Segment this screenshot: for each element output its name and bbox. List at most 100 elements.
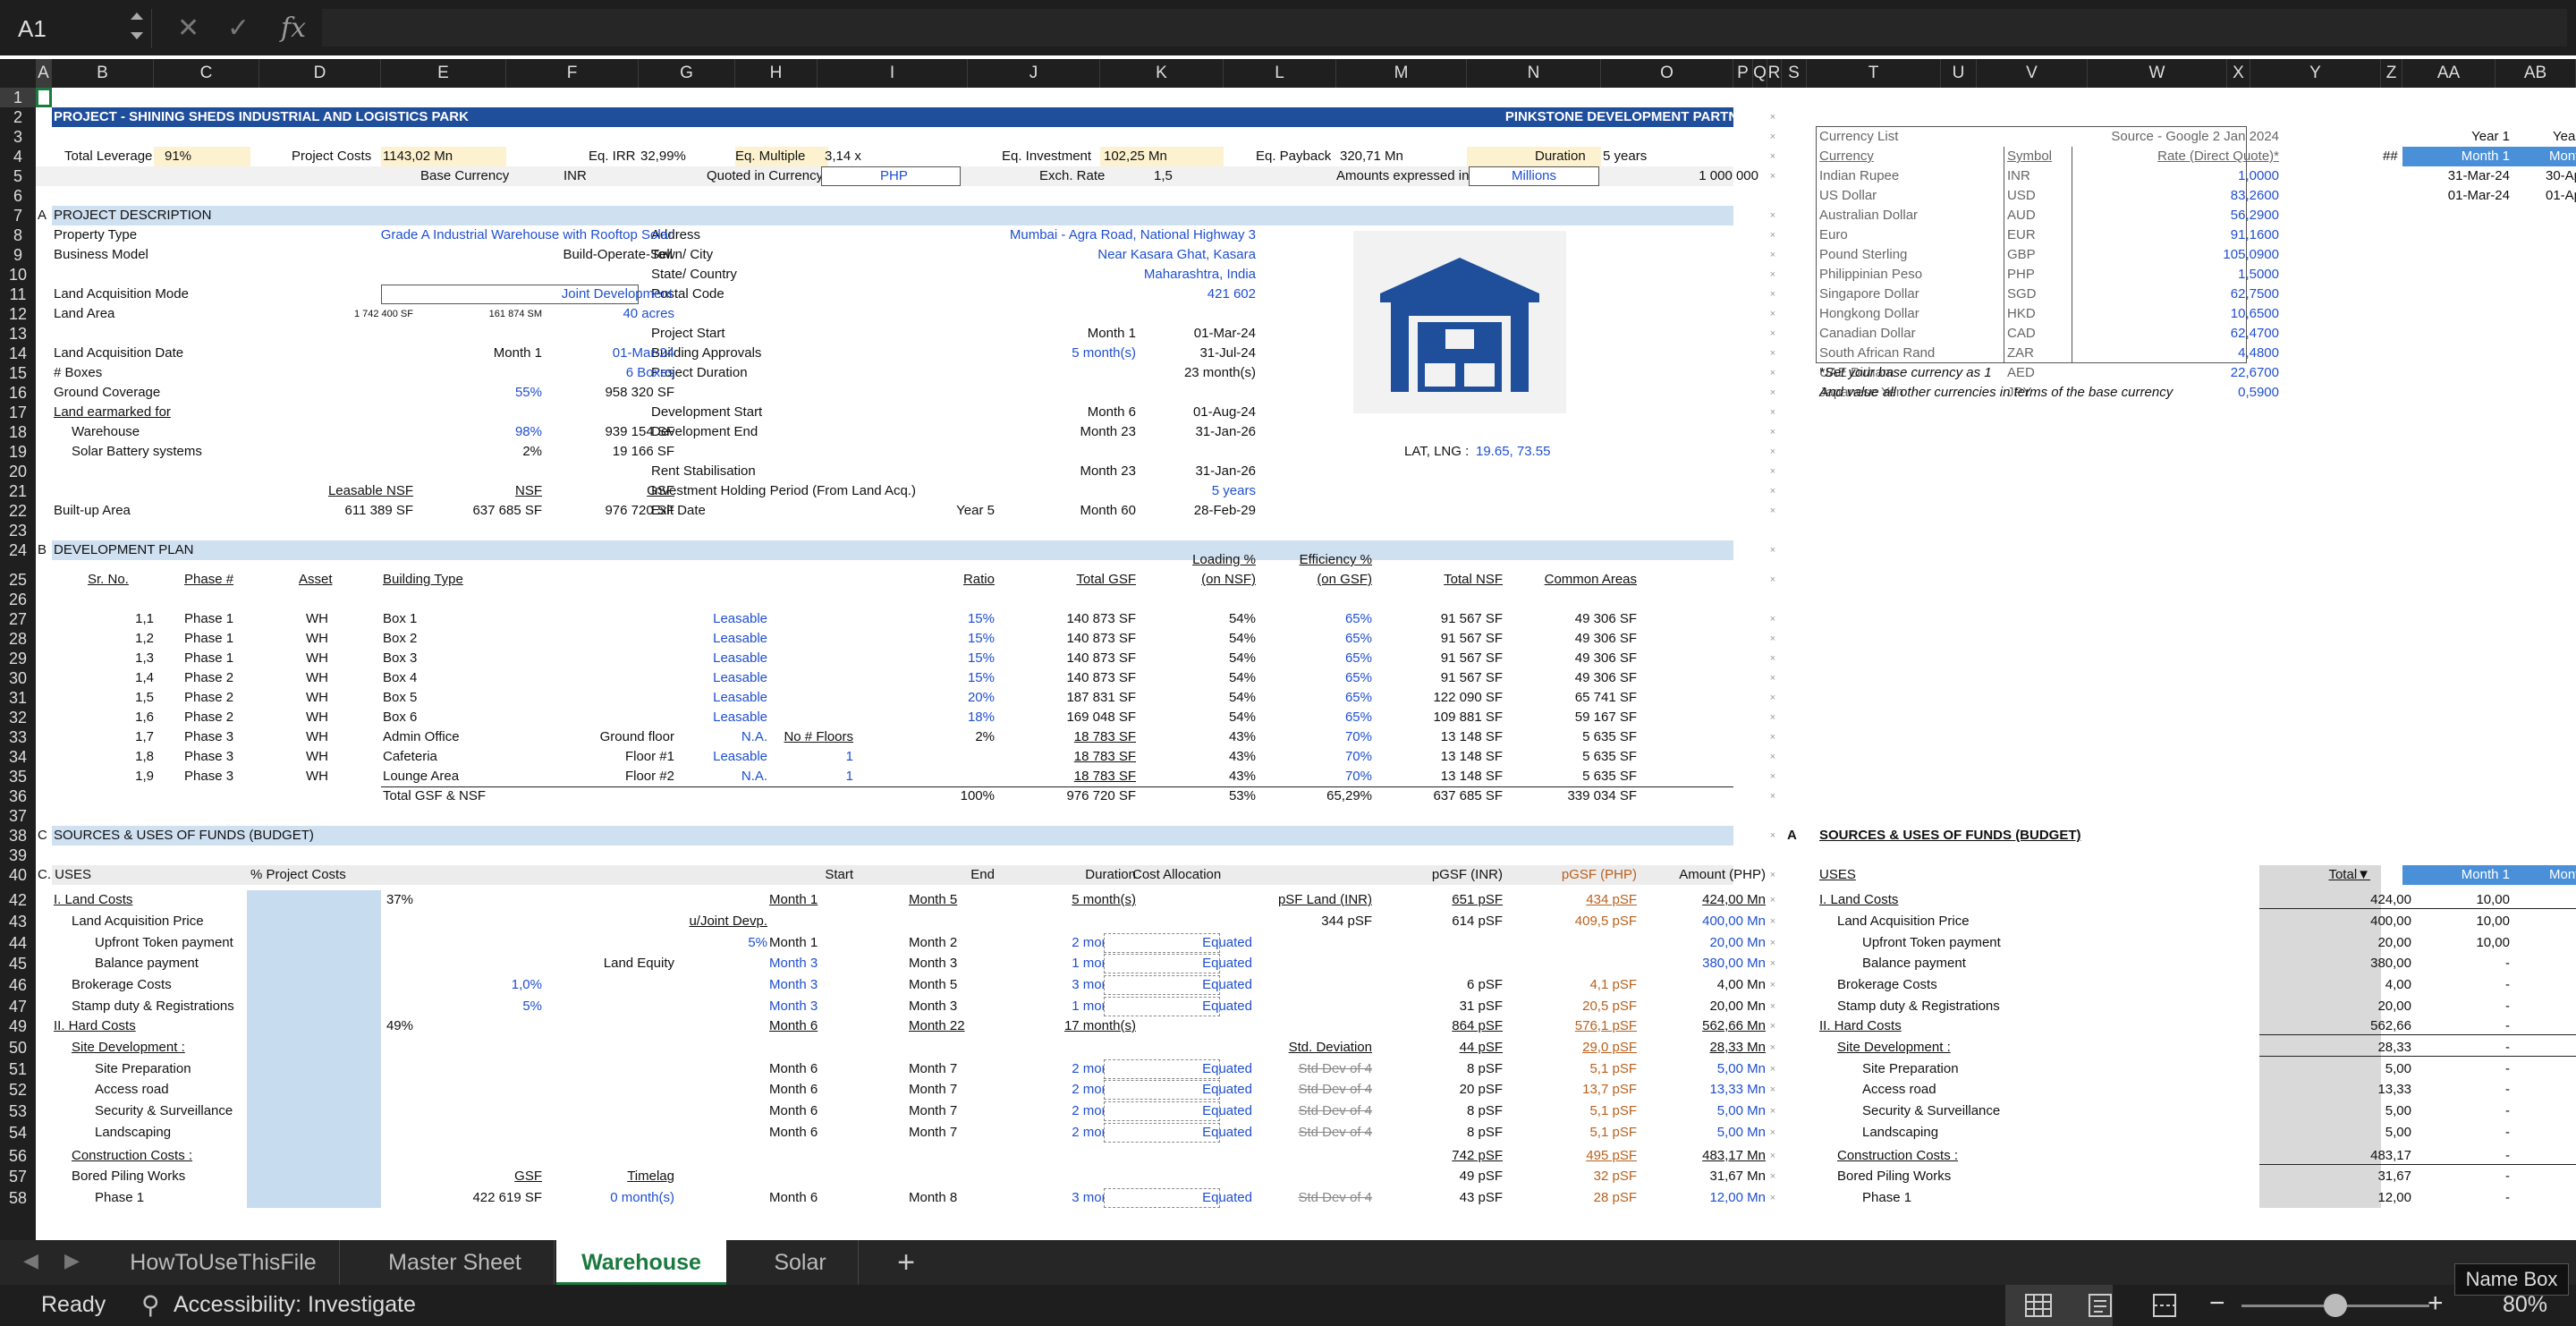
uses-psf-inr[interactable]: 44 pSF <box>1460 1038 1503 1058</box>
amounts-value[interactable]: 1 000 000 <box>1699 166 1758 186</box>
plan-nsf[interactable]: 109 881 SF <box>1433 708 1503 727</box>
uses-label[interactable]: Balance payment <box>95 954 199 973</box>
uses-std[interactable]: Std Dev of 4 <box>1298 1123 1372 1143</box>
timeline-year-2[interactable]: Yea <box>2553 127 2575 147</box>
uses-alloc[interactable]: Equated <box>1202 933 1252 953</box>
plan-phase[interactable]: Phase 3 <box>184 727 233 747</box>
row-header-47[interactable]: 47 <box>0 997 36 1016</box>
zoom-slider-thumb[interactable] <box>2324 1294 2347 1317</box>
currency-name[interactable]: Hongkong Dollar <box>1819 304 1919 324</box>
enter-check-icon[interactable]: ✓ <box>227 13 250 44</box>
plan-asset[interactable]: WH <box>306 609 328 629</box>
desc-value-32[interactable]: 5 years <box>1212 481 1256 501</box>
sheet-tab-master-sheet[interactable]: Master Sheet <box>356 1240 555 1285</box>
currency-symbol[interactable]: INR <box>2007 166 2030 186</box>
right-uses-label[interactable]: II. Hard Costs <box>1819 1016 1902 1036</box>
timeline-month-1[interactable]: Month 1 <box>2462 147 2510 166</box>
desc-value-1[interactable]: Build-Operate-Sell <box>563 245 673 265</box>
plan-sr[interactable]: 1,1 <box>135 609 154 629</box>
uses-start[interactable]: Month 6 <box>769 1101 818 1121</box>
row-header-4[interactable]: 4 <box>0 147 36 166</box>
uses-start[interactable]: Month 6 <box>769 1059 818 1079</box>
row-header-49[interactable]: 49 <box>0 1016 36 1036</box>
uses-std[interactable]: Std Dev of 4 <box>1298 1101 1372 1121</box>
cancel-x-icon[interactable]: ✕ <box>177 13 199 44</box>
row-header-35[interactable]: 35 <box>0 767 36 786</box>
plan-gsf[interactable]: 18 783 SF <box>1074 747 1136 767</box>
plan-building[interactable]: Box 4 <box>383 668 417 688</box>
desc-value-17[interactable]: Mumbai - Agra Road, National Highway 3 <box>1010 225 1256 245</box>
plan-phase[interactable]: Phase 2 <box>184 708 233 727</box>
row-header-57[interactable]: 57 <box>0 1167 36 1186</box>
row-header-26[interactable]: 26 <box>0 590 36 609</box>
row-header-24[interactable]: 24 <box>0 540 36 560</box>
plan-total-label[interactable]: Total GSF & NSF <box>383 786 486 806</box>
uses-amount[interactable]: 5,00 Mn <box>1717 1101 1766 1121</box>
project-description-title[interactable]: PROJECT DESCRIPTION <box>54 206 211 225</box>
plan-phase[interactable]: Phase 3 <box>184 767 233 786</box>
desc-value-35[interactable]: 28-Feb-29 <box>1194 501 1256 521</box>
desc-label-3[interactable]: Land Area <box>54 304 114 324</box>
uses-alloc[interactable]: Equated <box>1202 975 1252 995</box>
uses-psf-inr[interactable]: 864 pSF <box>1452 1016 1503 1036</box>
right-month-1-value[interactable]: - <box>2505 1146 2510 1166</box>
plan-floors[interactable]: 1 <box>846 747 853 767</box>
developer-name[interactable]: PINKSTONE DEVELOPMENT PARTNERS <box>1505 107 1766 127</box>
eq-investment-value[interactable]: 102,25 Mn <box>1104 147 1167 166</box>
right-uses-label[interactable]: Site Development : <box>1837 1038 1951 1058</box>
plan-gsf[interactable]: 169 048 SF <box>1066 708 1136 727</box>
currency-symbol[interactable]: AUD <box>2007 206 2036 225</box>
uses-label[interactable]: Landscaping <box>95 1123 171 1143</box>
project-costs-value[interactable]: 1143,02 Mn <box>383 147 453 166</box>
plan-loading[interactable]: 54% <box>1229 708 1256 727</box>
right-uses-label[interactable]: Upfront Token payment <box>1862 933 2001 953</box>
row-header-46[interactable]: 46 <box>0 975 36 995</box>
plan-eff[interactable]: 70% <box>1345 767 1372 786</box>
right-total-value[interactable]: 12,00 <box>2377 1188 2411 1208</box>
plan-type[interactable]: Leasable <box>713 688 767 708</box>
section-letter-a[interactable]: A <box>38 206 47 225</box>
plan-common[interactable]: 49 306 SF <box>1575 649 1637 668</box>
currency-symbol[interactable]: CAD <box>2007 324 2036 344</box>
right-total-value[interactable]: 28,33 <box>2377 1038 2411 1058</box>
row-header-54[interactable]: 54 <box>0 1123 36 1143</box>
plan-eff[interactable]: 65% <box>1345 649 1372 668</box>
uses-duration[interactable]: 5 month(s) <box>1072 890 1136 910</box>
plan-header-phase[interactable]: Phase # <box>184 570 233 590</box>
uses-psf-inr[interactable]: 6 pSF <box>1467 975 1503 995</box>
eq-irr-value[interactable]: 32,99% <box>640 147 686 166</box>
sources-uses-title[interactable]: SOURCES & USES OF FUNDS (BUDGET) <box>54 826 314 846</box>
right-total-value[interactable]: 483,17 <box>2370 1146 2411 1166</box>
plan-asset[interactable]: WH <box>306 649 328 668</box>
plan-total-value[interactable]: 339 034 SF <box>1567 786 1637 806</box>
zoom-level[interactable]: 80% <box>2503 1292 2547 1318</box>
uses-label[interactable]: Phase 1 <box>95 1188 144 1208</box>
total-leverage-value[interactable]: 91% <box>165 147 191 166</box>
desc-value-20[interactable]: 421 602 <box>1208 285 1256 304</box>
desc-label-17[interactable]: Development Start <box>651 403 762 422</box>
project-title[interactable]: PROJECT - SHINING SHEDS INDUSTRIAL AND L… <box>54 107 469 127</box>
uses-label[interactable]: Land Acquisition Price <box>72 912 204 931</box>
uses-c3[interactable]: Land Equity <box>604 954 674 973</box>
row-header-25[interactable]: 25 <box>0 570 36 590</box>
row-header-21[interactable]: 21 <box>0 481 36 501</box>
plan-phase[interactable]: Phase 3 <box>184 747 233 767</box>
uses-c3[interactable]: 0 month(s) <box>610 1188 674 1208</box>
quoted-currency-label[interactable]: Quoted in Currency <box>707 166 823 186</box>
right-month-1-value[interactable]: 10,00 <box>2476 933 2510 953</box>
uses-label[interactable]: Bored Piling Works <box>72 1167 185 1186</box>
currency-symbol[interactable]: SGD <box>2007 285 2037 304</box>
currency-rate[interactable]: 4,4800 <box>2238 344 2279 363</box>
desc-value-14[interactable]: 611 389 SF <box>345 501 413 521</box>
amounts-label[interactable]: Amounts expressed in <box>1336 166 1469 186</box>
plan-gsf[interactable]: 187 831 SF <box>1066 688 1136 708</box>
plan-ratio[interactable]: 18% <box>968 708 995 727</box>
right-month-1-value[interactable]: - <box>2505 1059 2510 1079</box>
right-total-value[interactable]: 13,33 <box>2377 1080 2411 1100</box>
plan-loading[interactable]: 54% <box>1229 649 1256 668</box>
uses-end[interactable]: Month 3 <box>909 954 957 973</box>
plan-eff[interactable]: 65% <box>1345 688 1372 708</box>
plan-phase[interactable]: Phase 1 <box>184 629 233 649</box>
timeline-start-date-1[interactable]: 01-Mar-24 <box>2448 186 2510 206</box>
desc-value-25[interactable]: 23 month(s) <box>1184 363 1256 383</box>
